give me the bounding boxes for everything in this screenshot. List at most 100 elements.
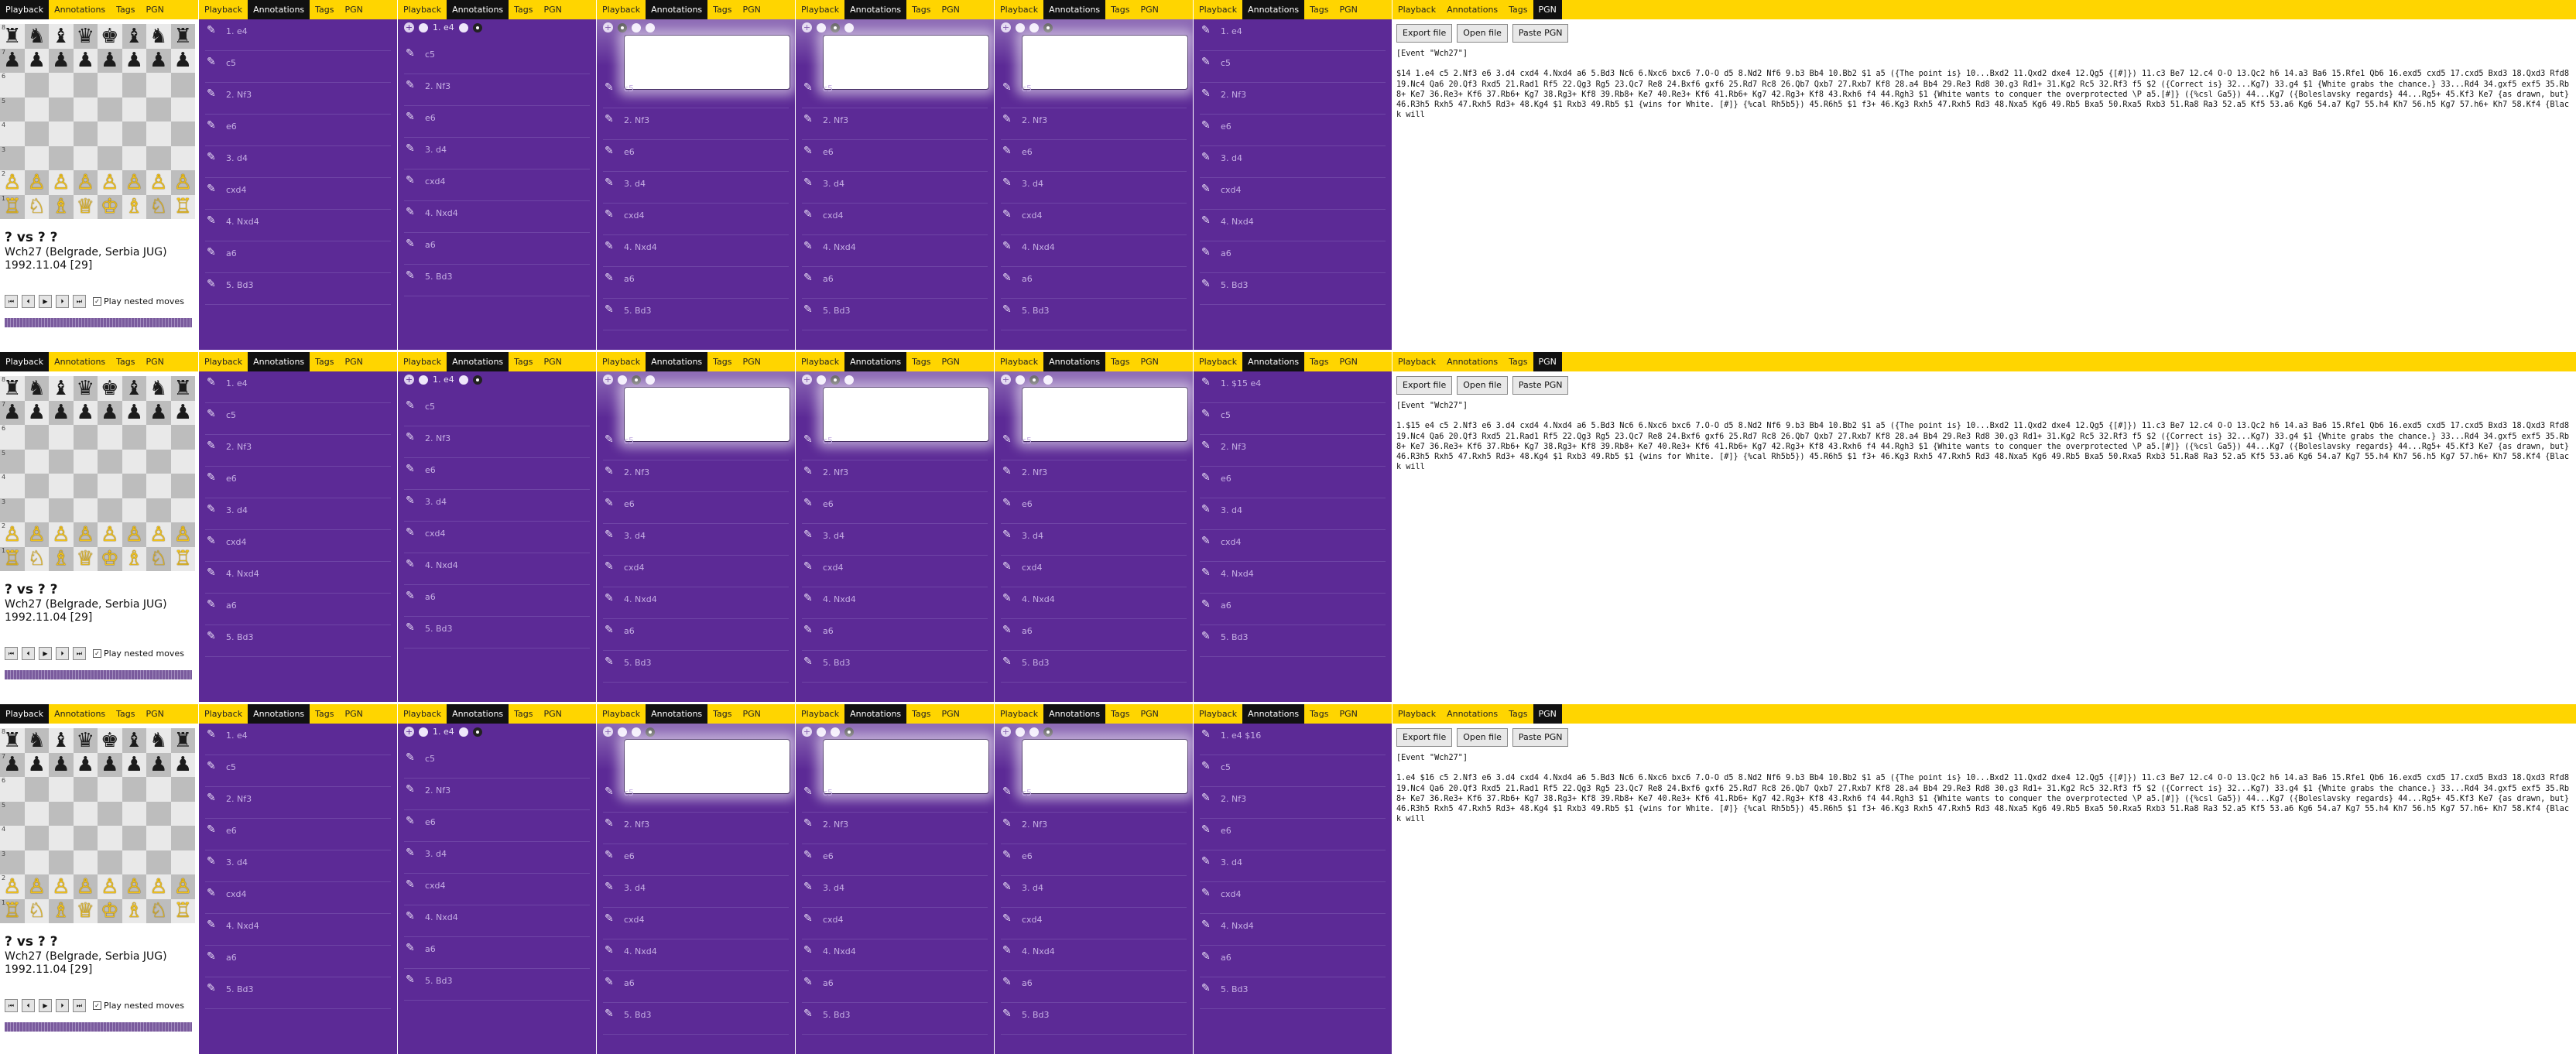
edit-icon[interactable]: ✎ <box>207 503 216 515</box>
edit-icon[interactable]: ✎ <box>605 655 614 668</box>
edit-icon[interactable]: ✎ <box>605 240 614 252</box>
board-square[interactable] <box>24 850 49 874</box>
edit-icon[interactable]: ✎ <box>207 566 216 579</box>
board-square[interactable] <box>170 97 195 121</box>
nag-radio[interactable] <box>472 375 482 385</box>
annotation-row[interactable]: ✎ e6 <box>205 819 391 850</box>
annotation-row[interactable]: ✎ c5 <box>1200 403 1386 435</box>
edit-icon[interactable]: ✎ <box>406 79 415 91</box>
tab-playback[interactable]: Playback <box>199 352 248 371</box>
board-square[interactable]: 6 <box>0 425 25 450</box>
edit-icon[interactable]: ✎ <box>406 526 415 539</box>
board-square[interactable]: ♟ <box>122 400 146 425</box>
edit-icon[interactable]: ✎ <box>803 1008 813 1020</box>
chess-piece[interactable]: ♙ <box>174 173 192 193</box>
chess-piece[interactable]: ♗ <box>125 549 143 569</box>
prev-button[interactable]: ⏴ <box>22 999 35 1012</box>
tab-playback[interactable]: Playback <box>0 704 50 724</box>
edit-icon[interactable]: ✎ <box>1002 592 1012 604</box>
chess-piece[interactable]: ♟ <box>125 402 143 423</box>
board-square[interactable]: ♙ <box>24 522 49 547</box>
board-square[interactable]: ♙ <box>170 170 195 195</box>
tab-tags[interactable]: Tags <box>906 352 936 371</box>
board-square[interactable] <box>146 826 171 850</box>
annotation-row[interactable]: ✎ 5. Bd3 <box>603 651 789 683</box>
board-square[interactable]: ♟ <box>122 752 146 777</box>
tab-annotations[interactable]: Annotations <box>447 352 509 371</box>
chess-piece[interactable]: ♗ <box>52 549 70 569</box>
annotation-row[interactable]: ✎ 3. d4 <box>603 172 789 204</box>
board-square[interactable] <box>49 73 74 98</box>
tab-pgn[interactable]: PGN <box>141 0 170 19</box>
board-square[interactable] <box>49 850 74 874</box>
chess-piece[interactable]: ♕ <box>77 549 94 569</box>
annotation-row[interactable]: ✎ cxd4 <box>205 178 391 210</box>
edit-icon[interactable]: ✎ <box>605 272 614 284</box>
chess-piece[interactable]: ♙ <box>125 877 143 897</box>
paste-pgn-button[interactable]: Paste PGN <box>1512 728 1569 747</box>
board-square[interactable]: ♞ <box>146 24 171 49</box>
annotation-row[interactable]: ✎ e6 <box>802 140 988 172</box>
tab-tags[interactable]: Tags <box>906 704 936 724</box>
chess-piece[interactable]: ♘ <box>149 197 167 217</box>
chess-piece[interactable]: ♟ <box>149 755 167 775</box>
chess-piece[interactable]: ♟ <box>77 50 94 70</box>
annotation-row[interactable]: ✎ cxd4 <box>404 874 590 905</box>
tab-tags[interactable]: Tags <box>707 352 737 371</box>
edit-icon[interactable]: ✎ <box>1002 881 1012 893</box>
chess-piece[interactable]: ♙ <box>101 525 118 545</box>
tab-annotations[interactable]: Annotations <box>844 352 907 371</box>
chess-piece[interactable]: ♙ <box>28 877 46 897</box>
tab-annotations[interactable]: Annotations <box>646 0 708 19</box>
edit-icon[interactable]: ✎ <box>1002 208 1012 221</box>
board-square[interactable]: ♖ <box>170 194 195 219</box>
tab-tags[interactable]: Tags <box>1503 704 1533 724</box>
chess-piece[interactable]: ♙ <box>28 173 46 193</box>
edit-icon[interactable]: ✎ <box>1201 376 1211 388</box>
play-nested-toggle[interactable]: ✓ Play nested moves <box>93 296 184 306</box>
annotation-row[interactable]: ✎ 4. Nxd4 <box>603 235 789 267</box>
board-square[interactable] <box>24 73 49 98</box>
annotation-row[interactable]: ✎ 1. e4 <box>205 724 391 755</box>
board-square[interactable] <box>24 121 49 146</box>
board-square[interactable]: ♙ <box>122 170 146 195</box>
board-square[interactable]: ♗ <box>49 898 74 923</box>
board-square[interactable] <box>146 449 171 474</box>
annotation-row[interactable]: ✎ c5 <box>205 755 391 787</box>
edit-icon[interactable]: ✎ <box>1201 278 1211 290</box>
edit-icon[interactable]: ✎ <box>406 111 415 123</box>
board-square[interactable] <box>73 73 98 98</box>
edit-icon[interactable]: ✎ <box>1201 183 1211 195</box>
board-square[interactable] <box>146 121 171 146</box>
play-nested-toggle[interactable]: ✓ Play nested moves <box>93 648 184 659</box>
edit-icon[interactable]: ✎ <box>605 113 614 125</box>
board-square[interactable]: ♟ <box>49 752 74 777</box>
tab-playback[interactable]: Playback <box>796 0 844 19</box>
annotations-pane[interactable]: ✎ 1. e4 ✎ c5 ✎ 2. Nf3 ✎ e6 ✎ 3. d4 ✎ cxd4 ✎ 4. Nxd4 ✎ a… <box>199 724 397 1054</box>
annotation-row[interactable]: ✎ a6 <box>205 594 391 625</box>
edit-icon[interactable]: ✎ <box>605 529 614 541</box>
board-square[interactable]: ♟ <box>146 752 171 777</box>
chess-piece[interactable]: ♔ <box>101 549 118 569</box>
board-square[interactable]: 1 ♖ <box>0 194 25 219</box>
board-square[interactable]: ♟ <box>170 48 195 73</box>
nag-radio[interactable] <box>831 375 840 385</box>
board-square[interactable]: ♗ <box>49 194 74 219</box>
edit-icon[interactable]: ✎ <box>207 56 216 68</box>
annotation-row[interactable]: ✎ 5. Bd3 <box>404 969 590 1001</box>
board-square[interactable]: ♟ <box>98 752 122 777</box>
edit-icon[interactable]: ✎ <box>605 817 614 830</box>
board-square[interactable] <box>98 121 122 146</box>
tab-playback[interactable]: Playback <box>398 704 447 724</box>
board-square[interactable]: ♛ <box>73 376 98 401</box>
board-square[interactable]: ♗ <box>122 898 146 923</box>
board-square[interactable]: ♗ <box>49 546 74 571</box>
edit-icon[interactable]: ✎ <box>207 214 216 227</box>
annotation-row[interactable]: ✎ 4. Nxd4 <box>802 939 988 971</box>
board-square[interactable]: ♗ <box>122 546 146 571</box>
chess-piece[interactable]: ♟ <box>149 50 167 70</box>
nag-radio[interactable] <box>1029 22 1039 33</box>
tab-pgn[interactable]: PGN <box>1136 352 1164 371</box>
annotations-pane[interactable]: + ✎ c5 ✎ 2. Nf3 ✎ e6 ✎ 3. d4 ✎ cxd4 ✎ 4. Nxd4 ✎ a6 ✎ 5. … <box>995 19 1193 350</box>
edit-icon[interactable]: ✎ <box>605 465 614 477</box>
